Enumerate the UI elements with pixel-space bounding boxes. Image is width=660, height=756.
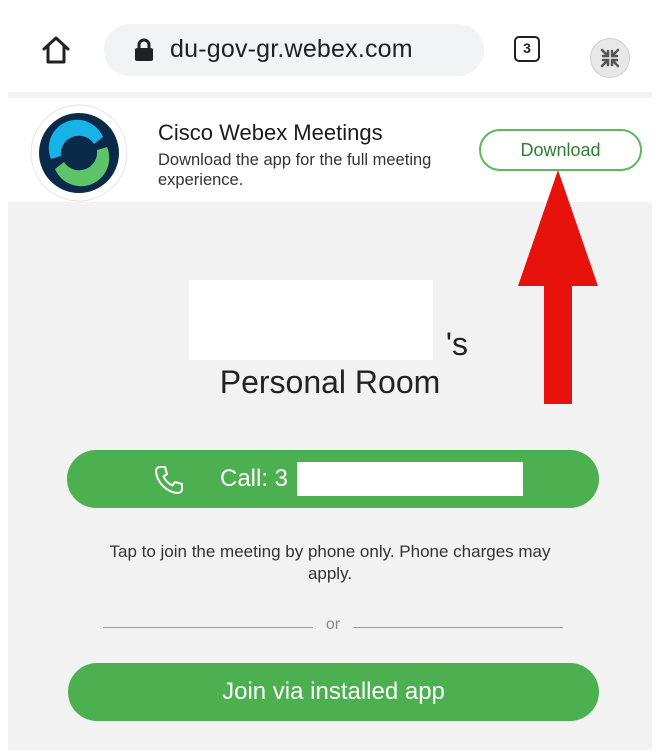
phone-icon bbox=[155, 466, 183, 494]
download-button[interactable]: Download bbox=[479, 129, 642, 171]
personal-room-title: Personal Room bbox=[219, 364, 441, 400]
webex-logo-icon bbox=[30, 104, 128, 202]
call-label: Call: 3 bbox=[220, 465, 289, 492]
join-via-app-button[interactable]: Join via installed app bbox=[68, 663, 599, 721]
redacted-number-block bbox=[297, 462, 523, 496]
call-button[interactable]: Call: 3 bbox=[67, 450, 599, 508]
or-separator: or bbox=[325, 616, 341, 633]
lock-icon bbox=[135, 38, 153, 61]
url-text: du-gov-gr.webex.com bbox=[170, 35, 413, 63]
divider-right bbox=[353, 627, 563, 628]
tab-switcher-button[interactable]: 3 bbox=[514, 36, 540, 62]
mobile-browser-screen: du-gov-gr.webex.com 3 Cisco Webex Meetin… bbox=[8, 8, 652, 750]
banner-app-title: Cisco Webex Meetings bbox=[158, 120, 383, 145]
divider-left bbox=[103, 627, 313, 628]
banner-app-description: Download the app for the full meeting ex… bbox=[158, 151, 432, 189]
call-note-text: Tap to join the meeting by phone only. P… bbox=[109, 542, 551, 583]
home-icon[interactable] bbox=[38, 32, 74, 68]
extension-button[interactable] bbox=[590, 38, 630, 78]
address-bar[interactable]: du-gov-gr.webex.com bbox=[104, 24, 484, 76]
browser-toolbar: du-gov-gr.webex.com 3 bbox=[8, 8, 652, 92]
meeting-host-suffix: 's bbox=[445, 326, 468, 362]
shrink-arrows-icon bbox=[600, 48, 620, 68]
